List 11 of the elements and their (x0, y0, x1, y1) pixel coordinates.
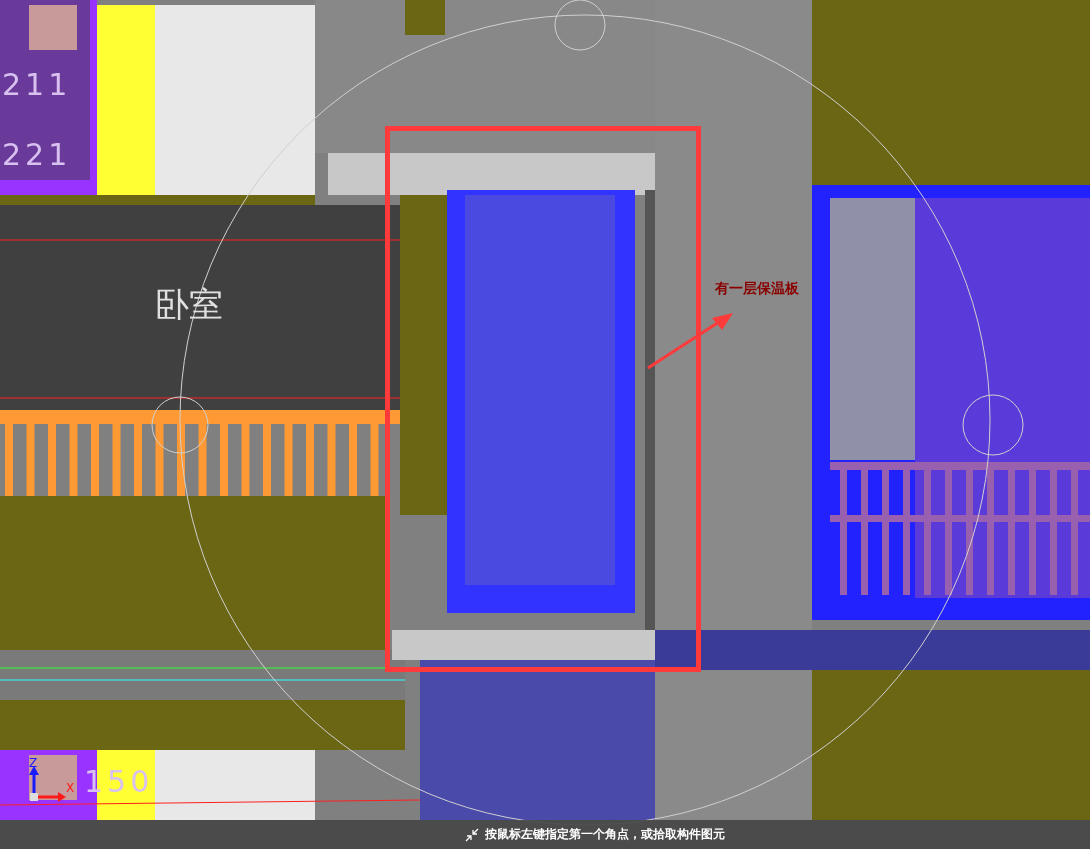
axis-icon (29, 766, 66, 802)
grid-circle (151, 396, 209, 454)
axis-label: Z (29, 756, 38, 770)
room-label: 卧室 (155, 284, 223, 324)
grid-circle (962, 394, 1024, 456)
annotation-text: 有一层保温板 (715, 280, 799, 296)
shrink-arrows-icon (465, 827, 479, 842)
status-prompt: 按鼠标左键指定第一个角点，或拾取构件图元 (485, 826, 725, 843)
grid-label: 221 (2, 137, 72, 172)
grid-label: 211 (2, 67, 72, 102)
axis-label: X (66, 781, 75, 795)
